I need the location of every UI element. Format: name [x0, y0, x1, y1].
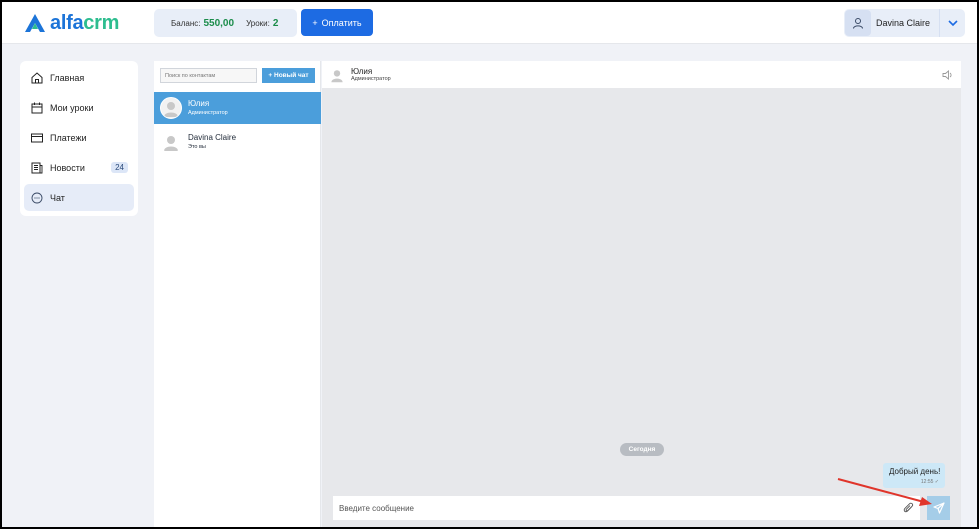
logo-text: alfacrm	[50, 11, 120, 34]
sidebar-item-home[interactable]: Главная	[24, 64, 134, 91]
avatar	[160, 131, 182, 153]
contact-item-davina[interactable]: Davina Claire Это вы	[154, 126, 321, 158]
avatar	[160, 97, 182, 119]
user-menu[interactable]: Davina Claire	[844, 9, 965, 37]
sidebar-item-payments[interactable]: Платежи	[24, 124, 134, 151]
lessons-label: Уроки:	[246, 18, 270, 28]
pay-button-label: Оплатить	[321, 17, 362, 28]
home-icon	[31, 71, 43, 83]
news-icon	[31, 162, 43, 173]
sidebar-nav: Главная Мои уроки Платежи Новости 24 Чат	[20, 61, 138, 216]
sidebar-item-news[interactable]: Новости 24	[24, 154, 134, 181]
pay-button[interactable]: + Оплатить	[301, 9, 373, 36]
contact-name: Davina Claire	[188, 133, 237, 142]
chat-partner-name: Юлия	[351, 67, 373, 76]
balance-panel: Баланс: 550,00 Уроки: 2	[154, 9, 297, 37]
default-avatar-icon	[164, 102, 178, 117]
default-avatar-icon	[164, 136, 178, 151]
message-bubble: Добрый день! 12:55 ✓	[883, 463, 945, 488]
send-icon	[932, 502, 945, 514]
user-name: Davina Claire	[876, 18, 931, 28]
attach-icon[interactable]	[903, 502, 914, 514]
chevron-down-icon	[947, 19, 958, 26]
lessons-value: 2	[272, 17, 279, 29]
sidebar-item-label: Чат	[50, 192, 65, 203]
contact-name: Юлия	[188, 99, 210, 108]
read-check-icon: ✓	[934, 479, 939, 485]
message-compose	[333, 496, 920, 520]
user-dropdown-toggle[interactable]	[939, 9, 965, 37]
contact-search-input[interactable]	[160, 68, 257, 83]
app-frame: alfacrm Баланс: 550,00 Уроки: 2 + Оплати…	[0, 0, 979, 529]
contact-item-yulia[interactable]: Юлия Администратор	[154, 92, 321, 124]
top-header: alfacrm Баланс: 550,00 Уроки: 2 + Оплати…	[2, 2, 977, 44]
message-input[interactable]	[339, 503, 889, 513]
balance-stat: Баланс: 550,00	[154, 18, 234, 29]
balance-value: 550,00	[203, 17, 235, 29]
lessons-stat: Уроки: 2	[234, 18, 278, 29]
sidebar-item-label: Платежи	[50, 132, 87, 143]
sidebar-item-label: Новости	[50, 162, 85, 173]
chat-panel: Юлия Администратор Сегодня Добрый день! …	[322, 61, 961, 527]
speaker-icon[interactable]	[942, 70, 953, 80]
user-icon	[853, 18, 863, 29]
contact-role: Администратор	[188, 110, 228, 116]
send-button[interactable]	[927, 496, 950, 520]
logo[interactable]: alfacrm	[24, 12, 119, 34]
date-separator: Сегодня	[620, 443, 664, 456]
sidebar-item-label: Главная	[50, 72, 85, 83]
message-time: 12:55 ✓	[920, 479, 939, 485]
balance-label: Баланс:	[171, 18, 201, 28]
sidebar-item-chat[interactable]: Чат	[24, 184, 134, 211]
news-count-badge: 24	[111, 162, 128, 173]
contacts-panel: + Новый чат Юлия Администратор	[154, 61, 321, 527]
contacts-toolbar: + Новый чат	[160, 68, 315, 83]
new-chat-button[interactable]: + Новый чат	[262, 68, 315, 83]
contact-role: Это вы	[188, 144, 206, 150]
logo-icon	[25, 14, 45, 32]
chat-header: Юлия Администратор	[322, 61, 961, 88]
chat-partner-role: Администратор	[351, 76, 391, 82]
message-text: Добрый день!	[889, 467, 941, 476]
sidebar-item-label: Мои уроки	[50, 102, 94, 113]
calendar-icon	[31, 102, 43, 113]
plus-icon: +	[312, 17, 318, 28]
chat-icon	[31, 192, 43, 203]
sidebar-item-lessons[interactable]: Мои уроки	[24, 94, 134, 121]
default-avatar-icon	[331, 69, 343, 82]
card-icon	[31, 133, 43, 142]
user-avatar	[845, 10, 871, 36]
